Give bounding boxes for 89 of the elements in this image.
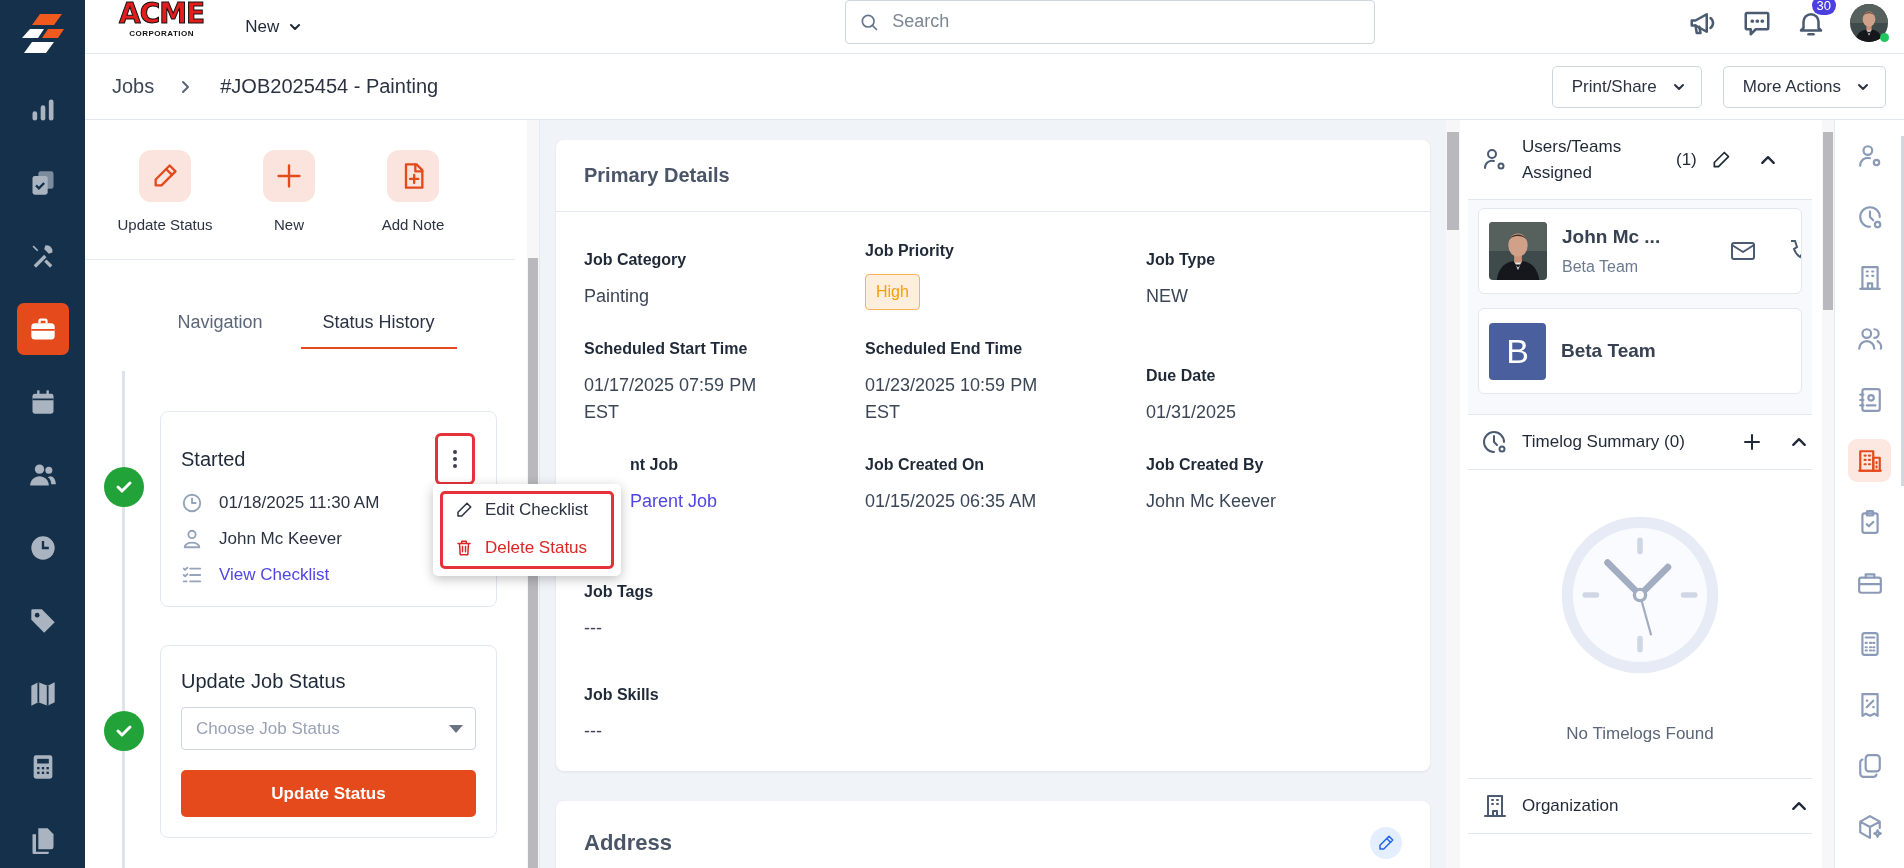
section-title: Users/Teams Assigned: [1522, 136, 1623, 184]
field-label: Job Created By: [1146, 456, 1265, 474]
team-name: Beta Team: [1561, 340, 1656, 362]
status-user: John Mc Keever: [219, 529, 342, 549]
tab[interactable]: Status History: [300, 304, 457, 349]
more-options-button[interactable]: [438, 436, 472, 482]
status-time: 01/18/2025 11:30 AM: [219, 493, 380, 513]
member-name: John Mc ...: [1562, 226, 1662, 248]
chevron-up-icon: [1760, 155, 1775, 164]
field-value: John Mc Keever: [1146, 490, 1278, 513]
card-title: Address: [584, 830, 673, 856]
building-icon: [1856, 264, 1883, 291]
parent-job-link[interactable]: Parent Job: [630, 488, 840, 515]
section-title: Organization: [1522, 796, 1620, 816]
company-logo: ACME CORPORATION: [118, 0, 206, 40]
pencil-icon: [455, 501, 473, 519]
menu-item[interactable]: Delete Status: [455, 538, 603, 558]
field-label: Job Category: [584, 251, 688, 269]
member-count: (1): [1676, 149, 1697, 170]
quick-action-button[interactable]: Add Note: [351, 150, 475, 233]
field-label: Scheduled End Time: [865, 340, 1024, 358]
notification-count: 30: [1811, 0, 1836, 15]
card-title: Primary Details: [556, 140, 1430, 212]
clock-icon: [1482, 429, 1508, 455]
copy-icon: [1856, 752, 1883, 779]
people-icon: [1856, 325, 1883, 352]
card-title: Update Job Status: [181, 670, 347, 693]
field-label: Due Date: [1146, 367, 1217, 385]
field-value: Painting: [584, 285, 651, 308]
map-icon: [28, 680, 57, 708]
member-team: Beta Team: [1562, 258, 1640, 276]
trash-icon: [455, 539, 473, 557]
office-building-icon: [1856, 447, 1883, 474]
collapse-button[interactable]: [1760, 155, 1775, 164]
field-label: Scheduled Start Time: [584, 340, 749, 358]
tab[interactable]: Navigation: [155, 304, 285, 349]
nav-item[interactable]: [16, 303, 69, 355]
tag-icon: [28, 607, 57, 635]
field-label: Job Skills: [584, 686, 660, 704]
dropdown-button[interactable]: More Actions: [1722, 65, 1886, 108]
field-value: ---: [584, 720, 603, 743]
field-value: 01/23/2025 10:59 PM EST: [865, 374, 1039, 424]
priority-badge: High: [865, 274, 920, 310]
field-label: Job Priority: [865, 242, 955, 260]
new-menu-button[interactable]: New: [241, 12, 306, 41]
chevron-up-icon: [1792, 802, 1806, 810]
pencil-icon: [1377, 834, 1395, 852]
plus-icon: [275, 162, 303, 190]
field-value: ---: [584, 617, 603, 640]
clock-icon: [1856, 203, 1883, 230]
breadcrumb-link[interactable]: Jobs: [112, 75, 155, 98]
update-status-button[interactable]: Update Status: [181, 770, 476, 817]
section-title: Timelog Summary (0): [1522, 432, 1686, 452]
add-button[interactable]: [1742, 432, 1762, 452]
field-value: 01/31/2025: [1146, 401, 1238, 424]
field-label: Job Type: [1146, 251, 1217, 269]
kebab-icon: [452, 449, 458, 469]
dropdown-button[interactable]: Print/Share: [1551, 65, 1702, 108]
collapse-button[interactable]: [1792, 438, 1806, 446]
user-pin-icon: [1856, 142, 1883, 169]
page-title: #JOB2025454 - Painting: [220, 75, 439, 98]
chevron-up-icon: [1792, 438, 1806, 446]
building-icon: [1482, 793, 1508, 819]
field-label: Job Tags: [584, 583, 655, 601]
sidebar-item[interactable]: [1848, 439, 1891, 482]
user-icon: [181, 528, 203, 550]
empty-message: No Timelogs Found: [1566, 724, 1714, 744]
team-avatar: B: [1489, 322, 1546, 380]
mail-icon: [1730, 241, 1756, 261]
scrollbar[interactable]: [1446, 120, 1460, 868]
view-checklist-link[interactable]: View Checklist: [219, 565, 330, 585]
field-value: 01/17/2025 07:59 PM EST: [584, 374, 758, 424]
scrollbar[interactable]: [1822, 120, 1834, 868]
caret-icon: [449, 724, 463, 733]
contact-book-icon: [1856, 386, 1883, 413]
collapse-button[interactable]: [1792, 802, 1806, 810]
plus-icon: [1742, 432, 1762, 452]
menu-item[interactable]: Edit Checklist: [455, 500, 603, 520]
quick-action-button[interactable]: Update Status: [103, 150, 227, 233]
field-value: 01/15/2025 06:35 AM: [865, 490, 1038, 513]
field-label: nt Job: [630, 456, 679, 474]
status-title: Started: [181, 447, 246, 471]
quick-action-button[interactable]: New: [227, 150, 351, 233]
clock-icon: [181, 492, 203, 514]
search-field[interactable]: Search: [845, 0, 1376, 44]
field-value: NEW: [1146, 285, 1189, 308]
field-label: Job Created On: [865, 456, 986, 474]
cube-icon: [1856, 813, 1883, 840]
clock-icon: [28, 534, 57, 562]
